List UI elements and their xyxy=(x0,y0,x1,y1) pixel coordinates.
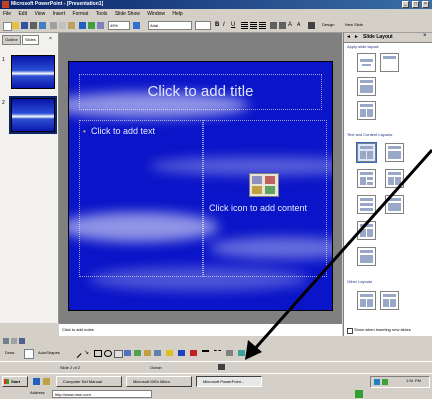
annotation-arrow xyxy=(245,149,432,360)
annotation-arrow-line xyxy=(250,149,432,353)
